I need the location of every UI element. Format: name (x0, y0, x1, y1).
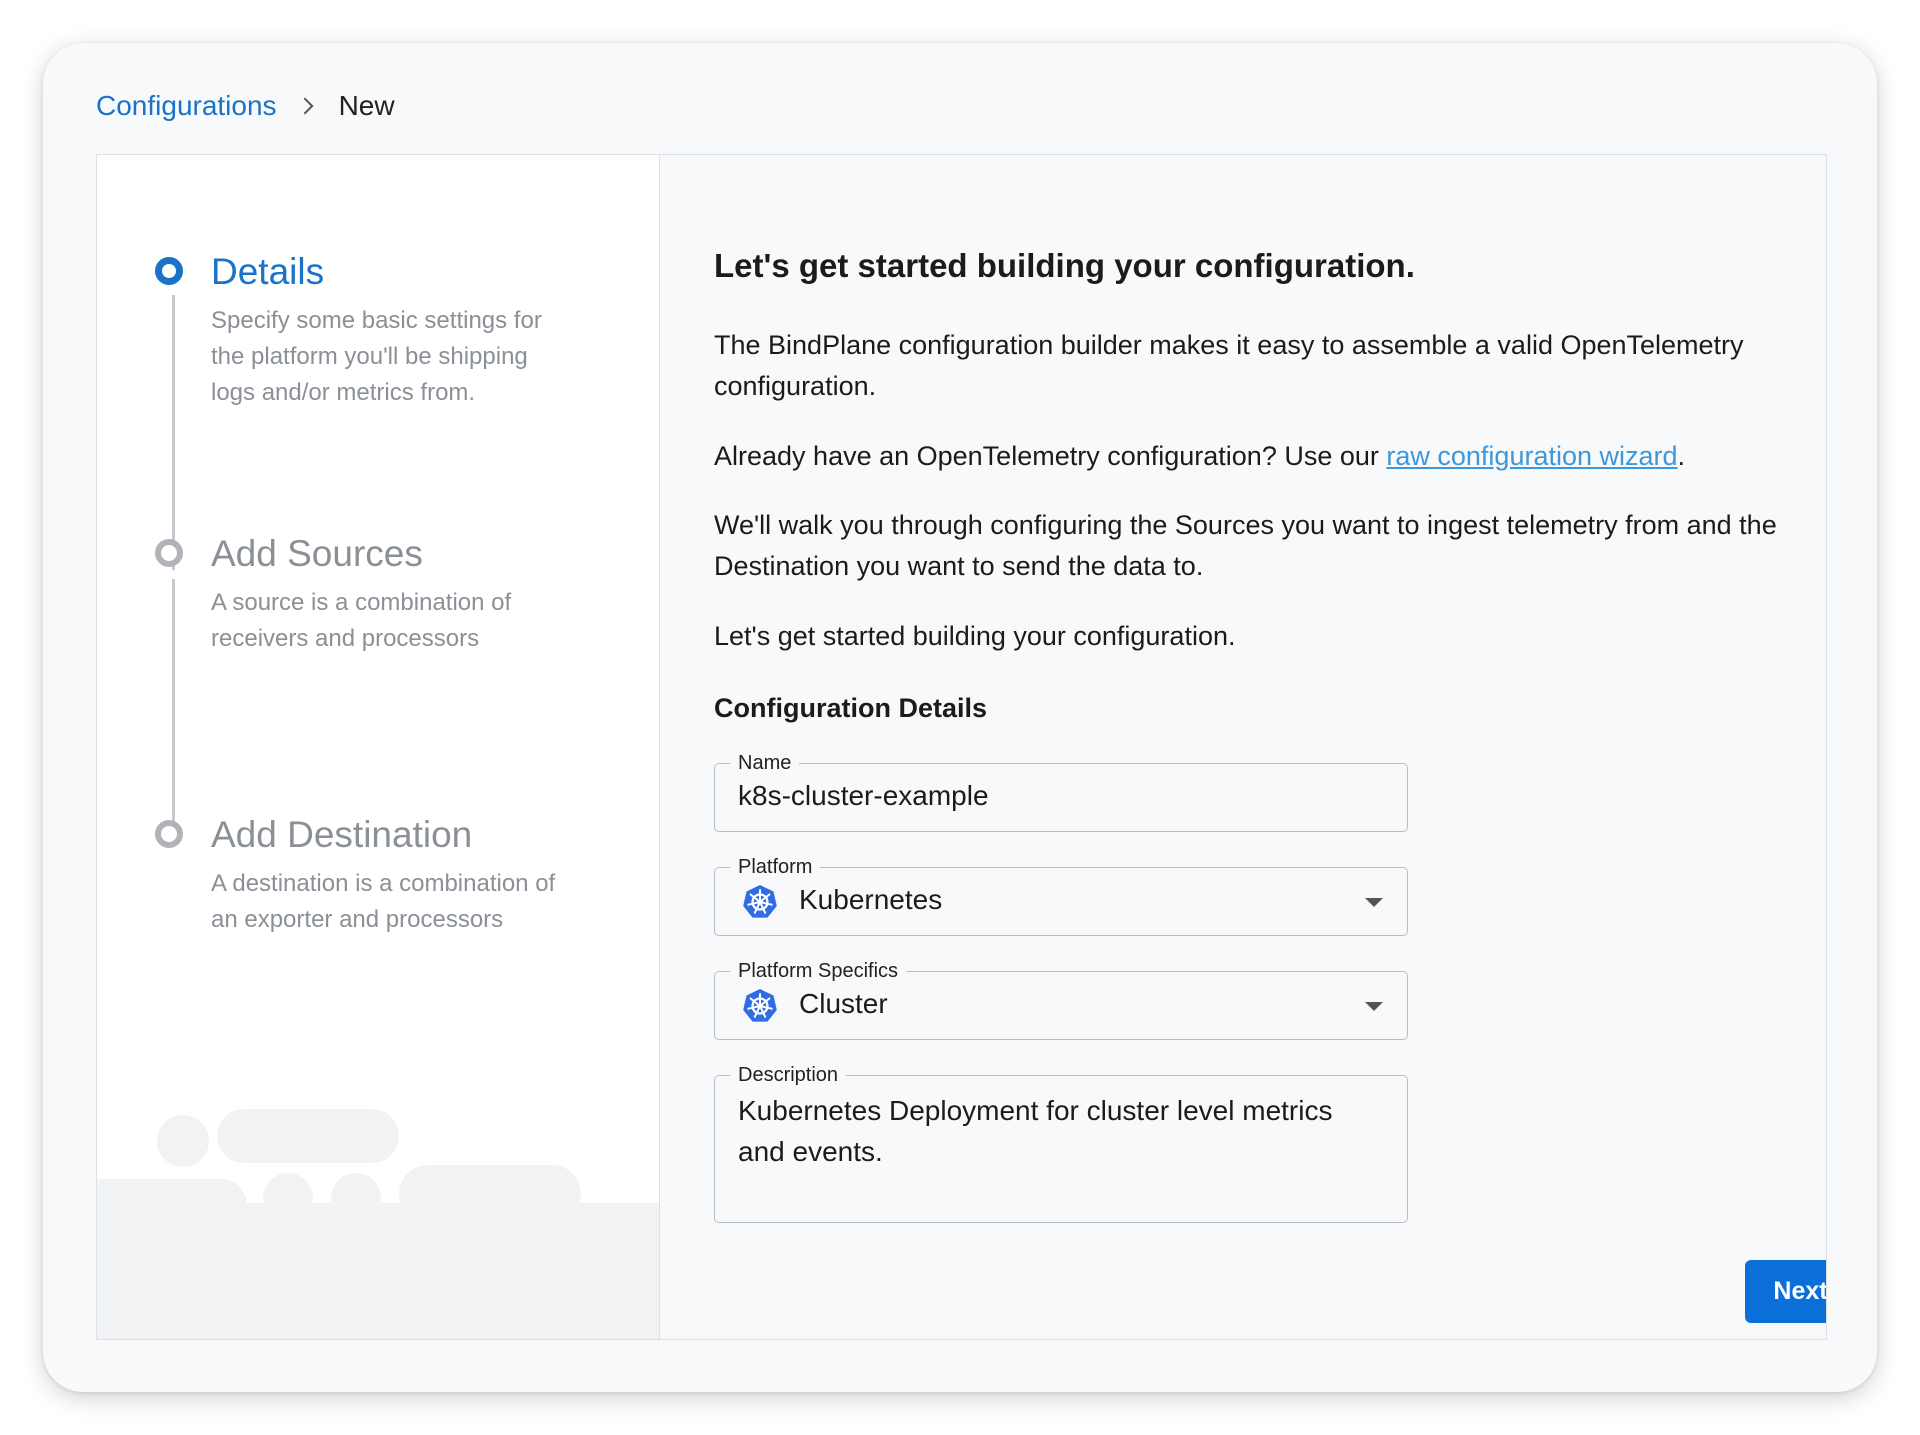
name-field-value[interactable]: k8s-cluster-example (738, 780, 989, 812)
dropdown-arrow-icon[interactable] (1365, 898, 1383, 907)
configuration-details-title: Configuration Details (714, 693, 988, 723)
raw-config-prefix: Already have an OpenTelemetry configurat… (714, 441, 1387, 471)
step-title: Details (211, 251, 325, 292)
step-active-icon (155, 257, 183, 285)
closing-text: Let's get started building your configur… (714, 621, 1236, 651)
platform-select[interactable]: Platform Kubernetes (714, 855, 1408, 936)
step-description: A source is a combination of receivers a… (211, 589, 512, 652)
platform-select-value: Kubernetes (799, 884, 943, 915)
chevron-right-icon (296, 97, 314, 115)
wizard-panel: Details Specify some basic settings for … (96, 154, 1827, 1340)
step-connector (172, 295, 175, 570)
platform-specifics-select[interactable]: Platform Specifics Cluster (714, 959, 1408, 1040)
intro-text: The BindPlane configuration builder make… (714, 330, 1744, 401)
breadcrumb-current: New (338, 90, 395, 121)
description-label: Description (730, 1063, 847, 1087)
description-textarea[interactable]: Description Kubernetes Deployment for cl… (714, 1063, 1408, 1223)
raw-config-wizard-link[interactable]: raw configuration wizard (1386, 441, 1677, 471)
breadcrumb-configurations-link[interactable]: Configurations (96, 90, 277, 122)
step-title: Add Destination (211, 814, 473, 855)
kubernetes-icon (743, 989, 777, 1022)
next-button[interactable]: Next (1745, 1260, 1826, 1323)
step-connector (172, 579, 175, 846)
page-heading: Let's get started building your configur… (714, 247, 1415, 284)
app-window: Configurations New Details Specify some … (43, 43, 1877, 1392)
step-title: Add Sources (211, 533, 423, 574)
step-description: A destination is a combination of an exp… (211, 870, 556, 933)
wizard-stepper: Details Specify some basic settings for … (97, 155, 660, 1339)
details-form-area: Let's get started building your configur… (714, 155, 1826, 1339)
step-pending-icon (155, 539, 183, 567)
platform-select-label: Platform (730, 855, 821, 879)
step-pending-icon (155, 820, 183, 848)
description-value[interactable]: Kubernetes Deployment for cluster level … (738, 1090, 1358, 1172)
walkthrough-text: We'll walk you through configuring the S… (714, 510, 1777, 581)
raw-config-text: Already have an OpenTelemetry configurat… (714, 436, 1794, 477)
name-field[interactable]: Name k8s-cluster-example (714, 751, 1408, 832)
step-description: Specify some basic settings for the plat… (211, 307, 542, 406)
platform-specifics-value: Cluster (799, 988, 888, 1019)
raw-config-suffix: . (1677, 441, 1686, 471)
platform-specifics-label: Platform Specifics (730, 959, 907, 983)
dropdown-arrow-icon[interactable] (1365, 1002, 1383, 1011)
name-field-label: Name (730, 751, 800, 775)
breadcrumb: Configurations New (96, 86, 395, 126)
kubernetes-icon (743, 885, 777, 918)
